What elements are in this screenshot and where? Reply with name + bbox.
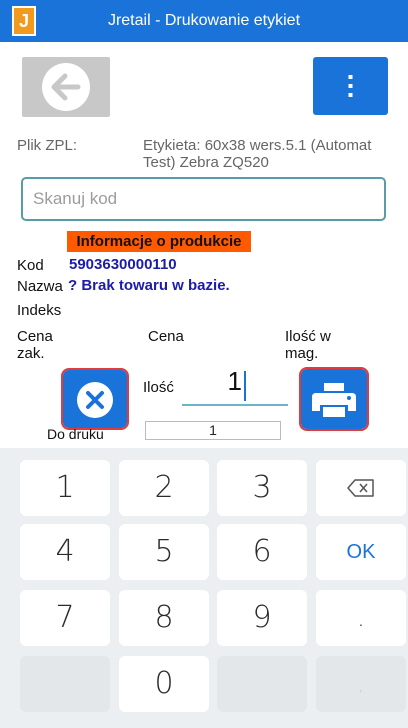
zpl-file-label: Plik ZPL: bbox=[17, 137, 78, 154]
close-circle-icon bbox=[77, 382, 113, 418]
key-9[interactable]: 9 bbox=[217, 590, 307, 646]
title-bar: J Jretail - Drukowanie etykiet bbox=[0, 0, 408, 42]
key-7[interactable]: 7 bbox=[20, 590, 110, 646]
do-druku-label: Do druku bbox=[47, 426, 104, 442]
text-caret bbox=[244, 371, 246, 401]
comma-key[interactable]: , bbox=[316, 656, 406, 712]
key-6[interactable]: 6 bbox=[217, 524, 307, 580]
key-5[interactable]: 5 bbox=[119, 524, 209, 580]
quantity-input-underline bbox=[182, 404, 288, 406]
key-8[interactable]: 8 bbox=[119, 590, 209, 646]
menu-button[interactable] bbox=[313, 57, 388, 115]
nazwa-value: ? Brak towaru w bazie. bbox=[68, 277, 230, 294]
key-1[interactable]: 1 bbox=[20, 460, 110, 516]
product-info-header: Informacje o produkcie bbox=[67, 231, 251, 252]
dots-vertical-icon bbox=[348, 75, 353, 97]
printer-icon bbox=[312, 383, 356, 417]
key-4[interactable]: 4 bbox=[20, 524, 110, 580]
nazwa-label: Nazwa bbox=[17, 278, 63, 295]
zpl-file-value: Etykieta: 60x38 wers.5.1 (Automat Test) … bbox=[143, 137, 372, 171]
cancel-button[interactable] bbox=[61, 368, 129, 430]
key-3[interactable]: 3 bbox=[217, 460, 307, 516]
app-title: Jretail - Drukowanie etykiet bbox=[107, 12, 301, 29]
kod-value: 5903630000110 bbox=[69, 256, 177, 273]
numeric-keyboard: 1 2 3 4 5 6 OK 7 8 9 . 0 , bbox=[0, 448, 408, 728]
key-2[interactable]: 2 bbox=[119, 460, 209, 516]
cena-label: Cena bbox=[148, 328, 184, 345]
key-0[interactable]: 0 bbox=[119, 656, 209, 712]
backspace-icon bbox=[347, 479, 374, 497]
do-druku-field[interactable]: 1 bbox=[145, 421, 281, 440]
backspace-key[interactable] bbox=[316, 460, 406, 516]
quantity-label: Ilość bbox=[143, 379, 174, 396]
ok-key[interactable]: OK bbox=[316, 524, 406, 580]
scan-code-input[interactable] bbox=[21, 177, 386, 221]
back-button[interactable] bbox=[22, 57, 110, 117]
empty-key bbox=[20, 656, 110, 712]
cena-zak-label: Cena zak. bbox=[17, 328, 53, 362]
quantity-input[interactable]: 1 bbox=[182, 366, 242, 397]
kod-label: Kod bbox=[17, 257, 44, 274]
dot-key[interactable]: . bbox=[316, 590, 406, 646]
empty-key bbox=[217, 656, 307, 712]
ilosc-mag-label: Ilość w mag. bbox=[285, 328, 331, 362]
print-button[interactable] bbox=[299, 367, 369, 431]
indeks-label: Indeks bbox=[17, 302, 62, 319]
arrow-left-circle-icon bbox=[42, 63, 90, 111]
